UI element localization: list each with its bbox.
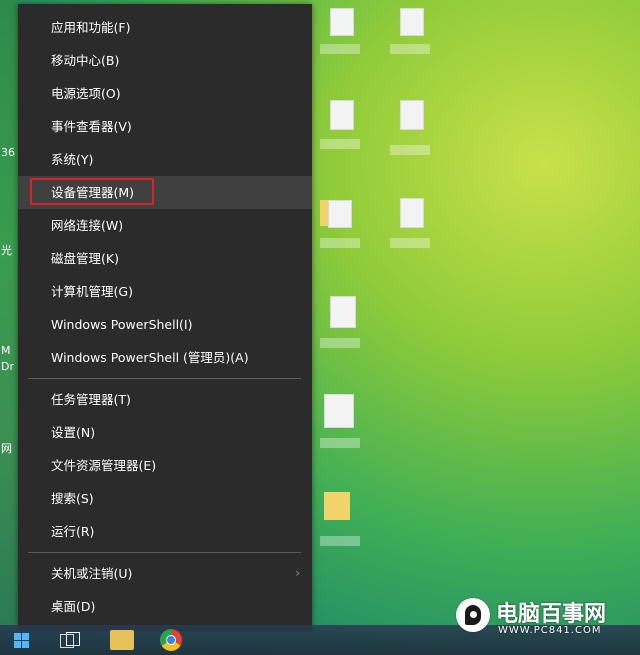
- watermark-url: WWW.PC841.COM: [498, 625, 602, 636]
- menu-item-disk-management[interactable]: 磁盘管理(K): [18, 242, 312, 275]
- menu-item-run[interactable]: 运行(R): [18, 515, 312, 548]
- desktop-label-fragment: 光: [1, 244, 12, 257]
- menu-item-mobility-center[interactable]: 移动中心(B): [18, 44, 312, 77]
- menu-item-label: Windows PowerShell(I): [51, 317, 193, 332]
- menu-separator: [28, 552, 301, 553]
- menu-item-label: 运行(R): [51, 524, 95, 539]
- menu-item-label: 文件资源管理器(E): [51, 458, 157, 473]
- menu-item-powershell-admin[interactable]: Windows PowerShell (管理员)(A): [18, 341, 312, 374]
- menu-item-label: 磁盘管理(K): [51, 251, 119, 266]
- desktop-icon[interactable]: [390, 0, 452, 70]
- menu-item-label: 任务管理器(T): [51, 392, 131, 407]
- menu-item-network-connections[interactable]: 网络连接(W): [18, 209, 312, 242]
- desktop-icon[interactable]: [320, 390, 382, 460]
- menu-item-label: Windows PowerShell (管理员)(A): [51, 350, 249, 365]
- desktop-left-edge: 36 光 M Dr 网: [0, 0, 18, 625]
- menu-item-search[interactable]: 搜索(S): [18, 482, 312, 515]
- menu-item-label: 电源选项(O): [51, 86, 121, 101]
- menu-item-desktop[interactable]: 桌面(D): [18, 590, 312, 623]
- menu-item-file-explorer[interactable]: 文件资源管理器(E): [18, 449, 312, 482]
- menu-item-label: 网络连接(W): [51, 218, 124, 233]
- task-view-icon[interactable]: [60, 632, 80, 648]
- desktop-label-fragment: 网: [1, 442, 12, 455]
- chrome-icon[interactable]: [160, 629, 182, 651]
- watermark-name: 电脑百事网: [496, 602, 607, 627]
- menu-item-label: 关机或注销(U): [51, 566, 133, 581]
- menu-item-label: 搜索(S): [51, 491, 94, 506]
- highlight-box: [30, 178, 154, 205]
- menu-item-label: 移动中心(B): [51, 53, 120, 68]
- desktop-icon[interactable]: [320, 0, 382, 70]
- menu-item-label: 事件查看器(V): [51, 119, 132, 134]
- menu-item-label: 应用和功能(F): [51, 20, 131, 35]
- file-explorer-icon[interactable]: [110, 630, 134, 650]
- desktop-label-fragment: M: [1, 344, 11, 357]
- menu-item-device-manager[interactable]: 设备管理器(M): [18, 176, 312, 209]
- menu-item-power-options[interactable]: 电源选项(O): [18, 77, 312, 110]
- desktop-icon[interactable]: [320, 292, 382, 362]
- menu-item-shutdown-signout[interactable]: 关机或注销(U) ›: [18, 557, 312, 590]
- winx-context-menu: 应用和功能(F) 移动中心(B) 电源选项(O) 事件查看器(V) 系统(Y) …: [18, 4, 312, 631]
- watermark-logo-icon: [456, 598, 490, 632]
- menu-separator: [28, 378, 301, 379]
- menu-item-powershell[interactable]: Windows PowerShell(I): [18, 308, 312, 341]
- desktop-icon[interactable]: [320, 192, 382, 262]
- watermark: 电脑百事网 WWW.PC841.COM: [456, 596, 636, 640]
- menu-item-event-viewer[interactable]: 事件查看器(V): [18, 110, 312, 143]
- menu-item-settings[interactable]: 设置(N): [18, 416, 312, 449]
- menu-item-system[interactable]: 系统(Y): [18, 143, 312, 176]
- menu-item-computer-management[interactable]: 计算机管理(G): [18, 275, 312, 308]
- menu-item-task-manager[interactable]: 任务管理器(T): [18, 383, 312, 416]
- desktop-icon[interactable]: [320, 488, 382, 558]
- chevron-right-icon: ›: [295, 566, 300, 580]
- windows-start-icon[interactable]: [14, 633, 30, 649]
- desktop-label-fragment: Dr: [1, 360, 14, 373]
- desktop-icon[interactable]: [390, 95, 452, 165]
- menu-item-apps-features[interactable]: 应用和功能(F): [18, 11, 312, 44]
- menu-item-label: 系统(Y): [51, 152, 94, 167]
- menu-item-label: 计算机管理(G): [51, 284, 133, 299]
- desktop-label-fragment: 36: [1, 146, 15, 159]
- menu-item-label: 桌面(D): [51, 599, 96, 614]
- menu-item-label: 设置(N): [51, 425, 96, 440]
- desktop-icon[interactable]: [390, 192, 452, 262]
- desktop-icon[interactable]: [320, 95, 382, 165]
